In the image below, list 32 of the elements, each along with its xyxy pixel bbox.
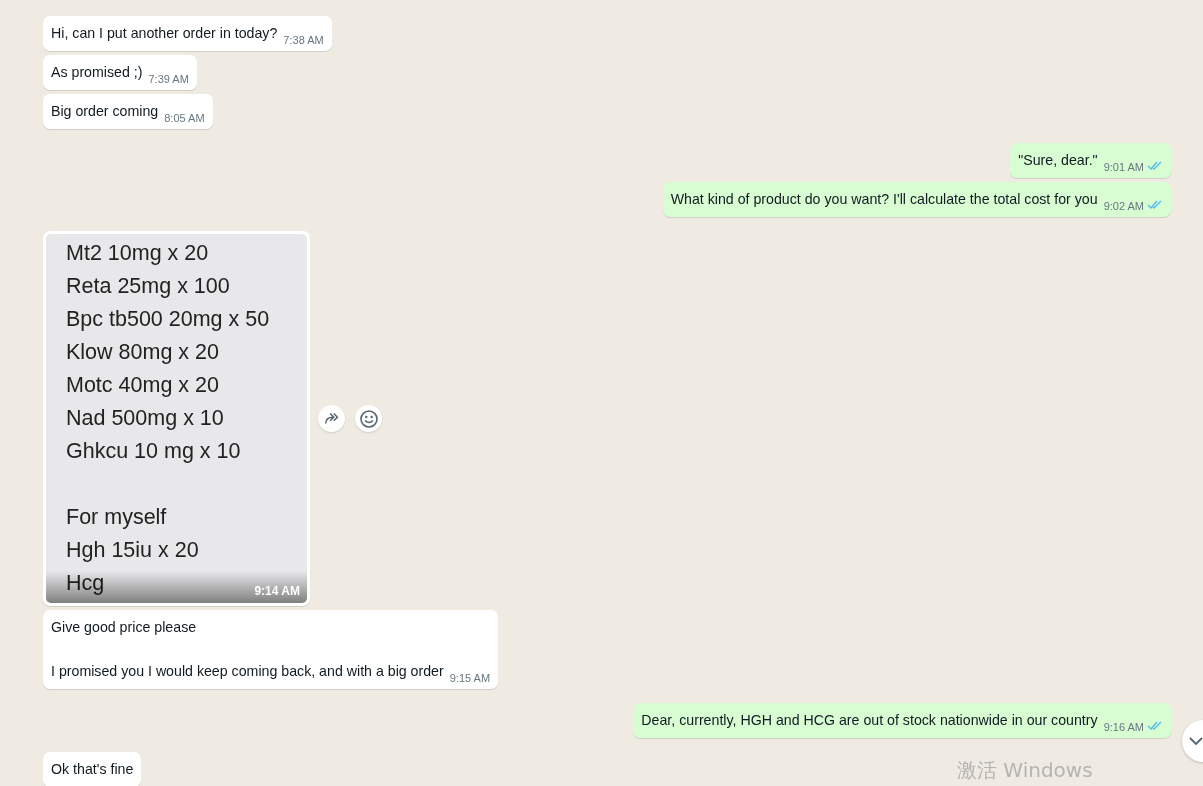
message-time: 9:14 AM bbox=[254, 584, 300, 598]
message-text: What kind of product do you want? I'll calculate the total cost for you bbox=[670, 190, 1098, 209]
message-time: 9:01 AM bbox=[1103, 161, 1144, 173]
note-line: Ghkcu 10 mg x 10 bbox=[66, 438, 241, 465]
note-line: Bpc tb500 20mg x 50 bbox=[66, 306, 270, 333]
message-time: 7:38 AM bbox=[283, 34, 324, 46]
message-time: 7:39 AM bbox=[148, 73, 189, 85]
message-text: "Sure, dear." bbox=[1018, 151, 1098, 170]
note-line: Nad 500mg x 10 bbox=[66, 405, 224, 432]
message-time: 9:15 AM bbox=[449, 672, 491, 684]
message-text: As promised ;) bbox=[51, 63, 143, 82]
message-time: 9:16 AM bbox=[1103, 721, 1144, 733]
message-time: 9:02 AM bbox=[1103, 200, 1144, 212]
message-text: Ok that's fine bbox=[51, 760, 134, 779]
activation-watermark: 激活 Windows bbox=[957, 757, 1093, 784]
note-line: Hcg bbox=[66, 570, 105, 597]
emoji-icon bbox=[358, 408, 379, 429]
note-line: For myself bbox=[66, 504, 167, 531]
message-text: Big order coming bbox=[51, 102, 159, 121]
message-time: 8:05 AM bbox=[164, 112, 205, 124]
note-line: Mt2 10mg x 20 bbox=[66, 240, 209, 267]
emoji-button[interactable] bbox=[355, 405, 382, 432]
note-line: Reta 25mg x 100 bbox=[66, 273, 230, 300]
message-text: Hi, can I put another order in today? bbox=[51, 24, 278, 43]
message-text: Give good price please bbox=[51, 618, 198, 637]
message-text: Dear, currently, HGH and HCG are out of stock nationwide in our country bbox=[641, 711, 1098, 730]
image-message[interactable]: Mt2 10mg x 20 Reta 25mg x 100 Bpc tb500 20mg x 50 Klow 80mg x 20 Motc 40mg x 20 Nad 500mg x 10 Ghkcu 10 mg x 10 For myself Hgh 15iu x 20 Hcg 9:14 AM bbox=[43, 231, 310, 606]
note-line: Motc 40mg x 20 bbox=[66, 372, 219, 399]
note-line: Klow 80mg x 20 bbox=[66, 339, 219, 366]
note-line: Hgh 15iu x 20 bbox=[66, 537, 199, 564]
forward-button[interactable] bbox=[318, 405, 345, 432]
message-text: I promised you I would keep coming back, and with a big order bbox=[51, 662, 444, 681]
